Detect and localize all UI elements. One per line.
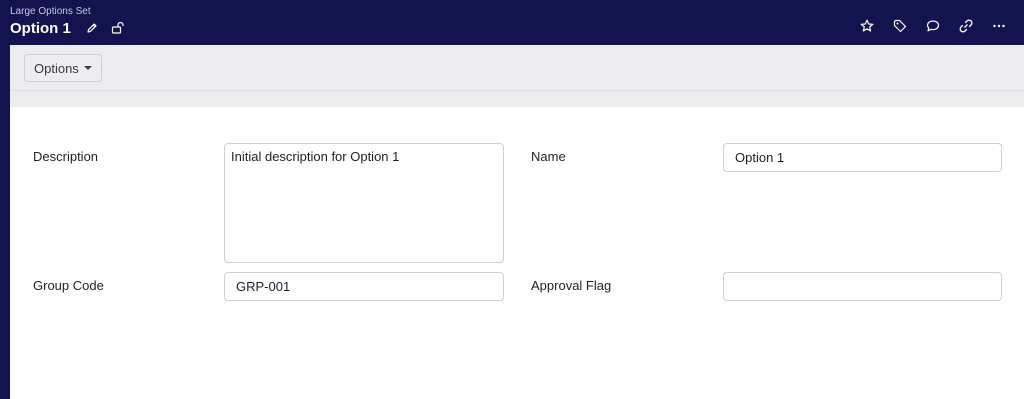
edit-button[interactable] (83, 19, 101, 37)
page-title: Option 1 (10, 19, 71, 37)
pencil-icon (87, 23, 97, 33)
main-content: Options Description Initial description … (10, 45, 1024, 399)
name-label: Name (531, 149, 566, 164)
more-icon (993, 24, 1005, 28)
favorite-button[interactable] (857, 16, 877, 36)
unlock-icon (111, 21, 124, 34)
link-button[interactable] (956, 16, 976, 36)
options-label: Options (34, 60, 79, 76)
breadcrumb[interactable]: Large Options Set (10, 6, 91, 17)
more-button[interactable] (989, 16, 1009, 36)
link-icon (959, 19, 973, 33)
tag-icon (893, 19, 907, 33)
comment-button[interactable] (923, 16, 943, 36)
app-window: Large Options Set Option 1 Options Descr… (0, 0, 1024, 399)
group-code-label: Group Code (33, 278, 104, 293)
lock-button[interactable] (109, 19, 127, 37)
options-dropdown-button[interactable]: Options (24, 54, 102, 82)
group-code-field[interactable] (224, 272, 504, 301)
header-actions (857, 14, 1024, 38)
approval-flag-label: Approval Flag (531, 278, 612, 293)
record-form: Description Initial description for Opti… (10, 107, 1024, 399)
name-field[interactable] (723, 143, 1002, 172)
toolbar-spacer (10, 91, 1024, 107)
approval-flag-field[interactable] (723, 272, 1002, 301)
description-label: Description (33, 149, 99, 164)
title-row: Option 1 (10, 19, 127, 37)
caret-down-icon (83, 66, 92, 70)
comment-icon (926, 20, 940, 32)
toolbar: Options (10, 45, 1024, 91)
star-icon (860, 19, 874, 32)
description-field[interactable]: Initial description for Option 1 (224, 143, 504, 263)
page-header: Large Options Set Option 1 (0, 0, 1024, 45)
tag-button[interactable] (890, 16, 910, 36)
